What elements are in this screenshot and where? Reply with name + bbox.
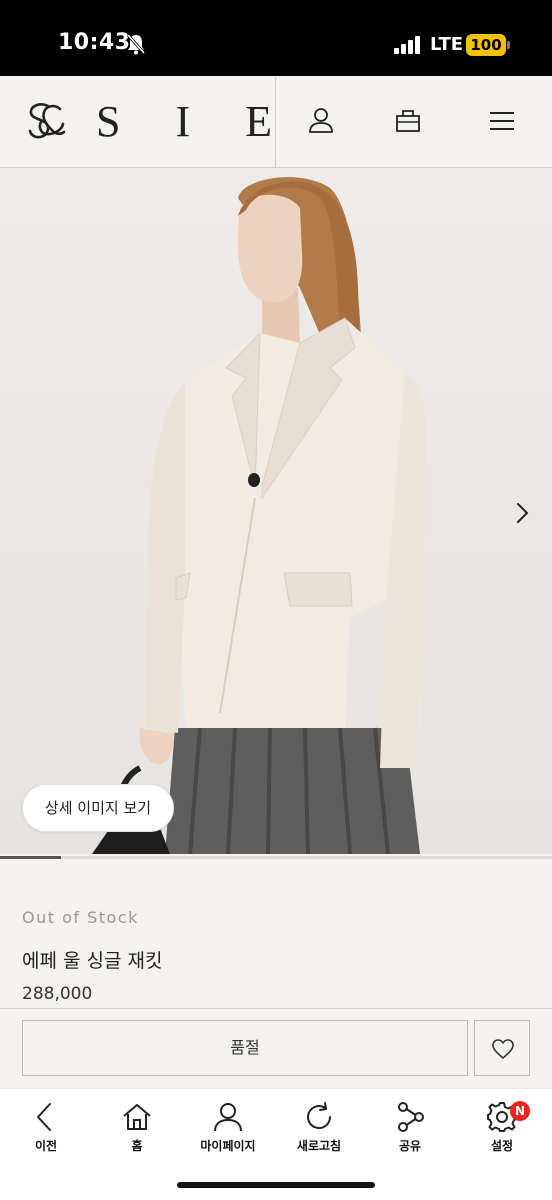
nav-home[interactable]: 홈 [91,1097,183,1161]
nav-back[interactable]: 이전 [0,1097,92,1161]
product-price: 288,000 [22,984,93,1004]
status-time: 10:43 [58,30,131,55]
soldout-button[interactable]: 품절 [22,1020,468,1076]
header-divider [275,76,276,168]
signal-icon [394,36,420,54]
notification-badge: N [510,1101,530,1121]
battery-tip [507,41,510,49]
product-image[interactable]: 상세 이미지 보기 [0,168,552,854]
status-bar: 10:43 LTE 100 [0,0,552,76]
stock-status: Out of Stock [22,908,139,927]
account-icon[interactable] [306,106,336,136]
view-detail-images-button[interactable]: 상세 이미지 보기 [22,784,174,832]
network-type: LTE [430,34,464,55]
site-header: S I E [0,76,552,168]
image-progress-fill [0,856,61,859]
nav-share-label: 공유 [398,1139,422,1153]
menu-icon[interactable] [487,106,517,136]
person-icon [214,1103,242,1132]
product-name: 에페 울 싱글 재킷 [22,950,163,972]
nav-settings[interactable]: N 설정 [456,1097,548,1161]
wishlist-button[interactable] [474,1020,530,1076]
bell-off-icon [126,34,146,55]
cart-icon[interactable] [393,106,423,136]
nav-mypage-label: 마이페이지 [200,1139,256,1153]
heart-icon [492,1039,514,1059]
next-image-arrow-icon[interactable] [510,498,534,528]
info-divider [0,1008,552,1009]
logo-mark-icon [28,103,66,139]
share-icon [398,1102,424,1132]
nav-share[interactable]: 공유 [364,1097,456,1161]
nav-refresh[interactable]: 새로고침 [273,1097,365,1161]
nav-refresh-label: 새로고침 [296,1139,342,1153]
image-progress-track [0,856,552,859]
refresh-icon [307,1102,331,1129]
logo-text: S I E [96,97,294,146]
logo[interactable]: S I E [26,100,294,144]
battery-icon: 100 [466,34,506,56]
nav-home-label: 홈 [131,1139,143,1153]
home-indicator [177,1182,375,1188]
home-icon [123,1104,151,1130]
nav-back-label: 이전 [34,1139,58,1153]
nav-settings-label: 설정 [490,1139,514,1153]
nav-mypage[interactable]: 마이페이지 [182,1097,274,1161]
back-icon [37,1103,51,1131]
product-photo [92,177,427,854]
